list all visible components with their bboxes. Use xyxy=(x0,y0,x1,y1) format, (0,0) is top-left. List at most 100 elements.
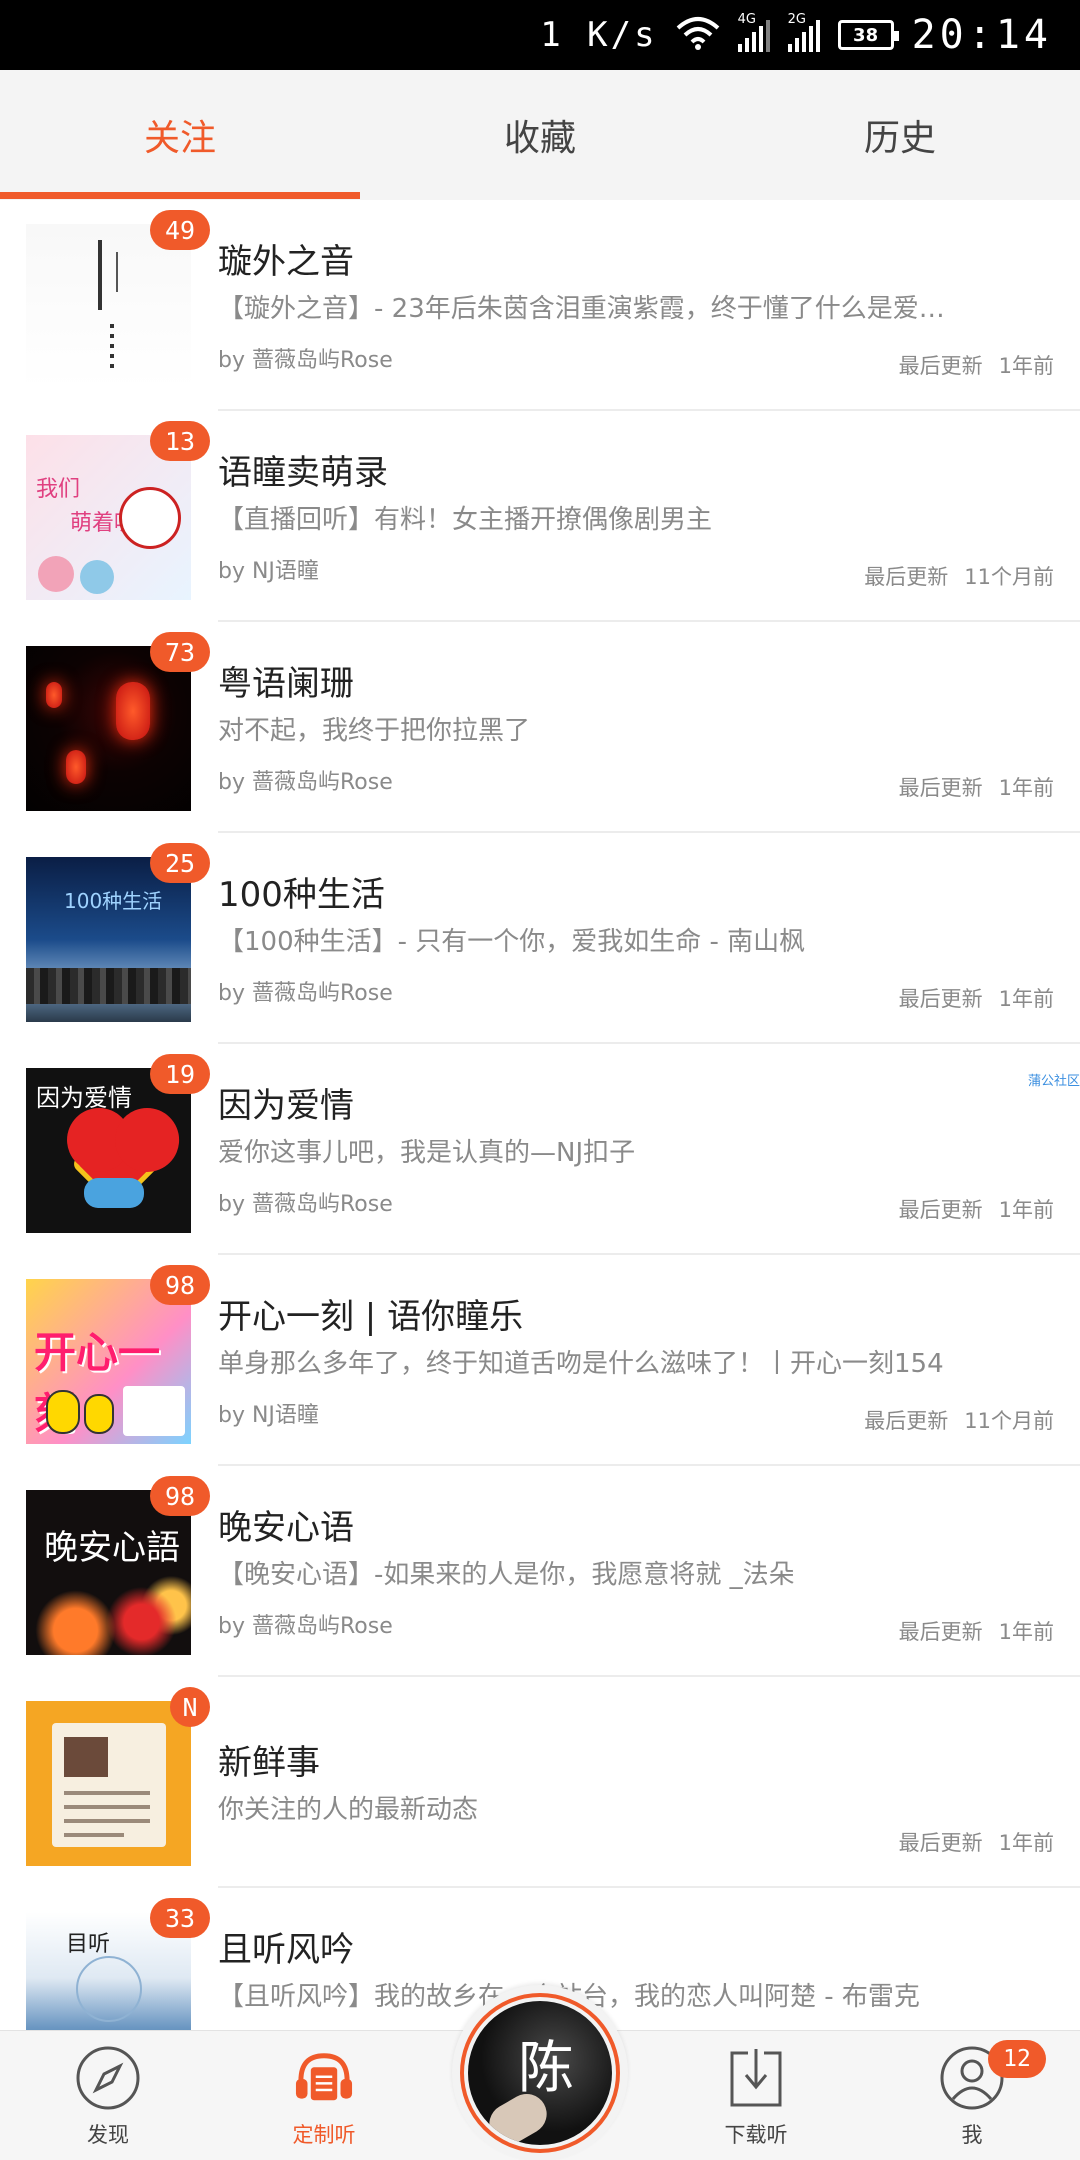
updated-time: 11个月前 xyxy=(964,565,1054,589)
item-author: by NJ语瞳 xyxy=(218,559,319,584)
nav-download[interactable]: 下载听 xyxy=(666,2031,846,2160)
updated-label: 最后更新 xyxy=(898,354,983,378)
now-playing-ring: 陈 xyxy=(460,1993,620,2153)
count-badge: 33 xyxy=(150,1898,210,1938)
list-item[interactable]: 73 粤语阑珊 对不起，我终于把你拉黑了 by 蔷薇岛屿Rose 最后更新 1年前 xyxy=(0,622,1080,833)
nav-discover-label: 发现 xyxy=(87,2123,129,2147)
item-title: 新鲜事 xyxy=(218,1743,320,1783)
item-title: 璇外之音 xyxy=(218,242,354,282)
headphone-list-icon xyxy=(291,2045,357,2111)
list-item[interactable]: 开心一刻 98 开心一刻 | 语你瞳乐 单身那么多年了，终于知道舌吻是什么滋味了… xyxy=(0,1255,1080,1466)
thumb-text: 晚安心語 xyxy=(44,1528,180,1568)
wifi-icon xyxy=(676,16,720,54)
tab-history[interactable]: 历史 xyxy=(720,70,1080,200)
updated-time: 1年前 xyxy=(998,1198,1054,1222)
count-badge: 73 xyxy=(150,632,210,672)
updated-label: 最后更新 xyxy=(898,1198,983,1222)
new-badge: N xyxy=(170,1687,210,1727)
updated-time: 1年前 xyxy=(998,776,1054,800)
count-badge: 19 xyxy=(150,1054,210,1094)
signal-4g-icon: 4G xyxy=(737,12,770,52)
item-author: by 蔷薇岛屿Rose xyxy=(218,1614,393,1639)
updated-time: 11个月前 xyxy=(964,1409,1054,1433)
updated-label: 最后更新 xyxy=(898,1620,983,1644)
subscription-list: 49 璇外之音 【璇外之音】- 23年后朱茵含泪重演紫霞，终于懂了什么是爱… b… xyxy=(0,200,1080,2099)
clock: 20:14 xyxy=(911,12,1052,58)
updated-label: 最后更新 xyxy=(898,1831,983,1855)
item-updated: 最后更新 1年前 xyxy=(899,1194,1054,1224)
count-badge: 13 xyxy=(150,421,210,461)
item-author: by 蔷薇岛屿Rose xyxy=(218,1192,393,1217)
list-item[interactable]: N 新鲜事 你关注的人的最新动态 最后更新 1年前 xyxy=(0,1677,1080,1888)
updated-label: 最后更新 xyxy=(864,565,949,589)
item-author: by 蔷薇岛屿Rose xyxy=(218,981,393,1006)
item-title: 语瞳卖萌录 xyxy=(218,453,388,493)
item-title: 因为爱情 xyxy=(218,1086,354,1126)
item-title: 晚安心语 xyxy=(218,1508,354,1548)
album-cover: 陈 xyxy=(468,2001,612,2145)
item-subtitle: 单身那么多年了，终于知道舌吻是什么滋味了！丨开心一刻154 xyxy=(218,1349,944,1379)
updated-time: 1年前 xyxy=(998,1620,1054,1644)
community-tag[interactable]: 蒲公社区 xyxy=(1028,1070,1080,1089)
item-updated: 最后更新 11个月前 xyxy=(864,561,1054,591)
updated-time: 1年前 xyxy=(998,1831,1054,1855)
item-subtitle: 你关注的人的最新动态 xyxy=(218,1795,479,1825)
count-badge: 98 xyxy=(150,1265,210,1305)
news-icon xyxy=(26,1701,191,1866)
item-subtitle: 【且听风吟】我的故乡在一个站台，我的恋人叫阿楚 - 布雷克 xyxy=(218,1982,920,2012)
nav-download-label: 下载听 xyxy=(724,2123,788,2147)
updated-label: 最后更新 xyxy=(864,1409,949,1433)
item-author: by 蔷薇岛屿Rose xyxy=(218,770,393,795)
thumb-text: 因为爱情 xyxy=(36,1084,132,1112)
updated-time: 1年前 xyxy=(998,987,1054,1011)
battery-icon: 38 xyxy=(837,20,899,50)
now-playing-button[interactable]: 陈 xyxy=(452,1985,628,2160)
item-updated: 最后更新 1年前 xyxy=(899,772,1054,802)
item-subtitle: 爱你这事儿吧，我是认真的—NJ扣子 xyxy=(218,1138,636,1168)
item-subtitle: 对不起，我终于把你拉黑了 xyxy=(218,716,531,746)
item-subtitle: 【直播回听】有料！女主播开撩偶像剧男主 xyxy=(218,505,713,535)
nav-custom-listen[interactable]: 定制听 xyxy=(234,2031,414,2160)
updated-time: 1年前 xyxy=(998,354,1054,378)
active-tab-indicator xyxy=(0,192,360,199)
compass-icon xyxy=(75,2045,141,2111)
item-updated: 最后更新 1年前 xyxy=(899,1616,1054,1646)
updated-label: 最后更新 xyxy=(898,776,983,800)
item-author: by NJ语瞳 xyxy=(218,1403,319,1428)
item-title: 且听风吟 xyxy=(218,1930,354,1970)
count-badge: 98 xyxy=(150,1476,210,1516)
signal-2g-label: 2G xyxy=(787,12,806,27)
album-cover-glyph: 陈 xyxy=(518,2036,574,2101)
nav-discover[interactable]: 发现 xyxy=(18,2031,198,2160)
download-icon xyxy=(723,2045,789,2111)
item-updated: 最后更新 11个月前 xyxy=(864,1405,1054,1435)
item-title: 开心一刻 | 语你瞳乐 xyxy=(218,1297,524,1337)
thumb-text: 我们 xyxy=(36,477,81,502)
tab-favorites[interactable]: 收藏 xyxy=(360,70,720,200)
item-subtitle: 【100种生活】- 只有一个你，爱我如生命 - 南山枫 xyxy=(218,927,806,957)
item-title: 粤语阑珊 xyxy=(218,664,354,704)
item-updated: 最后更新 1年前 xyxy=(899,1827,1054,1857)
thumb-text: 100种生活 xyxy=(64,889,163,913)
tab-following[interactable]: 关注 xyxy=(0,70,360,200)
item-title: 100种生活 xyxy=(218,875,385,915)
list-item[interactable]: 晚安心語 98 晚安心语 【晚安心语】-如果来的人是你，我愿意将就 _法朵 by… xyxy=(0,1466,1080,1677)
item-updated: 最后更新 1年前 xyxy=(899,983,1054,1013)
signal-4g-label: 4G xyxy=(737,12,756,27)
network-speed: 1 K/s xyxy=(540,15,658,55)
signal-2g-icon: 2G xyxy=(787,12,820,52)
nav-me-label: 我 xyxy=(961,2123,983,2147)
item-subtitle: 【晚安心语】-如果来的人是你，我愿意将就 _法朵 xyxy=(218,1560,795,1590)
item-subtitle: 【璇外之音】- 23年后朱茵含泪重演紫霞，终于懂了什么是爱… xyxy=(218,294,945,324)
list-item[interactable]: 我们 萌着呢! 13 语瞳卖萌录 【直播回听】有料！女主播开撩偶像剧男主 by N… xyxy=(0,411,1080,622)
item-updated: 最后更新 1年前 xyxy=(899,350,1054,380)
top-tabs: 关注 收藏 历史 xyxy=(0,70,1080,200)
list-item[interactable]: 49 璇外之音 【璇外之音】- 23年后朱茵含泪重演紫霞，终于懂了什么是爱… b… xyxy=(0,200,1080,411)
count-badge: 25 xyxy=(150,843,210,883)
nav-custom-listen-label: 定制听 xyxy=(292,2123,356,2147)
me-notification-badge: 12 xyxy=(988,2040,1046,2078)
list-item[interactable]: 因为爱情 19 因为爱情 爱你这事儿吧，我是认真的—NJ扣子 by 蔷薇岛屿Ro… xyxy=(0,1044,1080,1255)
list-item[interactable]: 100种生活 25 100种生活 【100种生活】- 只有一个你，爱我如生命 -… xyxy=(0,833,1080,1044)
thumb-text: 目听 xyxy=(66,1932,111,1957)
updated-label: 最后更新 xyxy=(898,987,983,1011)
